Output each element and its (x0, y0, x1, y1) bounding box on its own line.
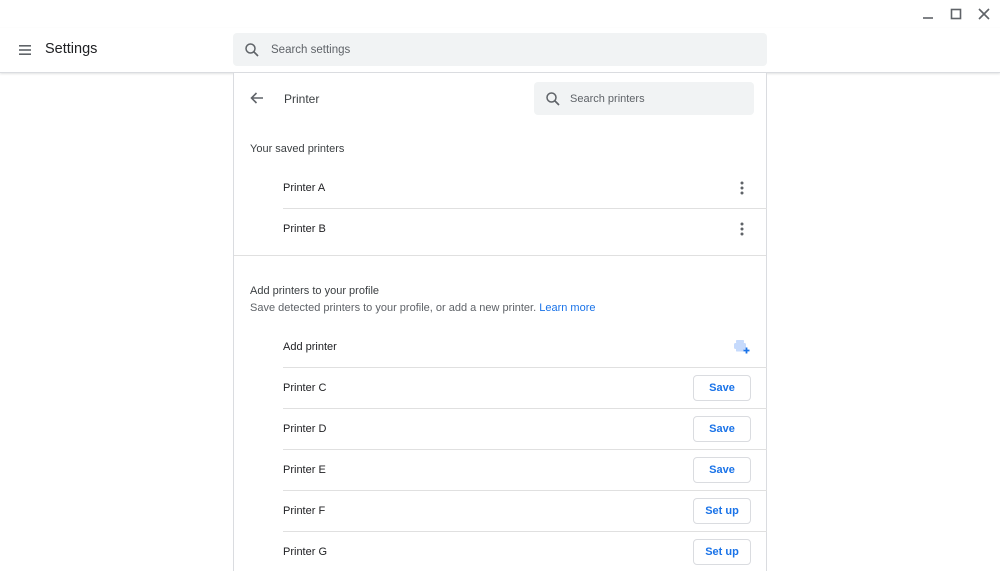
printer-name: Printer B (283, 223, 326, 235)
detected-printer-row: Printer F Set up (283, 490, 767, 531)
printer-name: Printer E (283, 464, 326, 476)
back-button[interactable] (246, 87, 268, 109)
add-printer-icon[interactable] (733, 338, 751, 356)
window-controls (914, 0, 1000, 28)
subpage-title: Printer (284, 92, 320, 106)
printer-name: Printer A (283, 181, 326, 194)
save-printer-button[interactable]: Save (693, 457, 751, 483)
close-button[interactable] (970, 0, 998, 28)
settings-search-input[interactable] (271, 43, 751, 56)
detected-printer-row: Printer E Save (283, 449, 767, 490)
hamburger-menu-icon (19, 45, 31, 55)
printer-name: Printer G (283, 546, 328, 558)
more-actions-button[interactable] (730, 217, 754, 241)
add-printers-description: Save detected printers to your profile, … (250, 302, 596, 314)
minimize-icon (923, 17, 933, 19)
menu-button[interactable] (15, 41, 35, 59)
detected-printer-row: Printer G Set up (283, 531, 767, 572)
printer-name: Printer D (283, 423, 327, 435)
maximize-icon (950, 8, 962, 20)
add-printer-label: Add printer (283, 340, 337, 353)
close-icon (978, 8, 990, 20)
search-icon (546, 91, 560, 106)
description-text: Save detected printers to your profile, … (250, 302, 537, 314)
learn-more-link[interactable]: Learn more (539, 302, 595, 314)
section-divider (234, 255, 766, 256)
add-printer-row[interactable]: Add printer (283, 326, 767, 367)
more-actions-button[interactable] (730, 176, 754, 200)
set-up-printer-button[interactable]: Set up (693, 539, 751, 565)
settings-search[interactable] (233, 33, 767, 66)
detected-printer-row: Printer D Save (283, 408, 767, 449)
detected-printer-row: Printer C Save (283, 367, 767, 408)
saved-printers-heading: Your saved printers (250, 143, 345, 155)
search-icon (245, 42, 259, 57)
app-title: Settings (45, 41, 98, 57)
more-vert-icon (740, 181, 744, 194)
save-printer-button[interactable]: Save (693, 375, 751, 401)
maximize-button[interactable] (942, 0, 970, 28)
printer-subpage: Printer Your saved printers Printer A Pr… (233, 73, 767, 571)
set-up-printer-button[interactable]: Set up (693, 498, 751, 524)
printer-search[interactable] (534, 82, 754, 115)
arrow-back-icon (250, 92, 263, 104)
more-vert-icon (740, 222, 744, 236)
saved-printer-row: Printer B (283, 208, 767, 249)
saved-printer-row: Printer A (283, 167, 767, 208)
save-printer-button[interactable]: Save (693, 416, 751, 442)
printer-name: Printer F (283, 505, 326, 517)
printer-name: Printer C (283, 382, 327, 394)
settings-toolbar: Settings (0, 28, 1000, 73)
printer-search-input[interactable] (570, 92, 740, 105)
minimize-button[interactable] (914, 0, 942, 28)
add-printers-heading: Add printers to your profile (250, 285, 380, 297)
subpage-header: Printer (234, 73, 766, 125)
